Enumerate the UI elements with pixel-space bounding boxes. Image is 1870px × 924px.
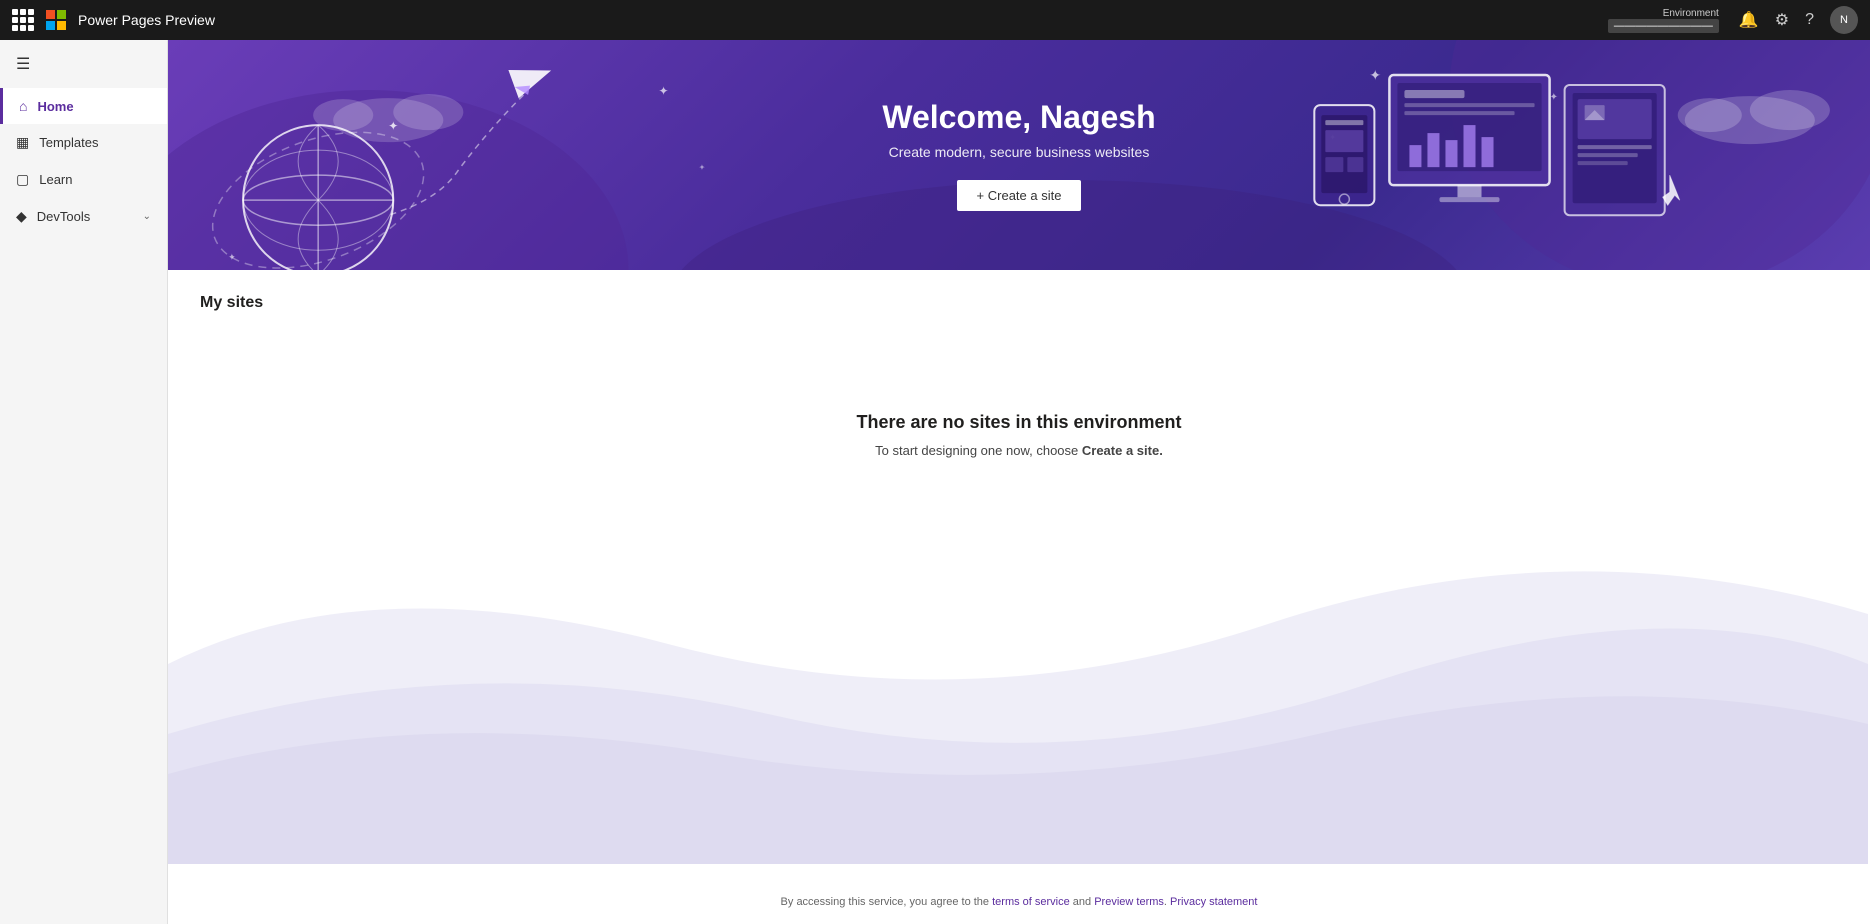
sidebar-item-templates-label: Templates xyxy=(39,135,98,150)
environment-selector[interactable]: Environment ————————— xyxy=(1608,8,1719,33)
hero-title: Welcome, Nagesh xyxy=(882,99,1155,136)
settings-icon[interactable]: ⚙ xyxy=(1775,10,1789,30)
footer-prefix: By accessing this service, you agree to … xyxy=(781,896,993,908)
preview-terms-link[interactable]: Preview terms xyxy=(1094,896,1164,908)
topbar-icons: Environment ————————— 🔔 ⚙ ? N xyxy=(1608,6,1858,34)
devtools-icon: ◆ xyxy=(16,208,27,225)
sidebar: ☰ ⌂ Home ▦ Templates ▢ Learn ◆ DevTools … xyxy=(0,40,168,924)
notification-icon[interactable]: 🔔 xyxy=(1739,10,1759,30)
svg-text:✦: ✦ xyxy=(1550,92,1558,103)
empty-state-link: Create a site. xyxy=(1082,443,1163,458)
content-scroll: My sites There are no sites in this envi… xyxy=(168,270,1870,924)
sidebar-item-home-label: Home xyxy=(37,99,73,114)
my-sites-title: My sites xyxy=(200,294,1838,312)
topbar: Power Pages Preview Environment ————————… xyxy=(0,0,1870,40)
waffle-menu[interactable] xyxy=(12,9,34,31)
content-area: ✦ ✦ ✦ ✦ ✦ xyxy=(168,40,1870,924)
main-layout: ☰ ⌂ Home ▦ Templates ▢ Learn ◆ DevTools … xyxy=(0,40,1870,924)
empty-state-subtitle: To start designing one now, choose Creat… xyxy=(875,443,1163,458)
hero-content: Welcome, Nagesh Create modern, secure bu… xyxy=(882,99,1155,211)
learn-icon: ▢ xyxy=(16,171,29,188)
wave-decoration xyxy=(168,464,1868,864)
sidebar-item-home[interactable]: ⌂ Home xyxy=(0,88,167,124)
help-icon[interactable]: ? xyxy=(1805,11,1814,29)
sidebar-item-devtools[interactable]: ◆ DevTools ⌄ xyxy=(0,198,167,235)
footer-and: and xyxy=(1070,896,1094,908)
empty-state: There are no sites in this environment T… xyxy=(200,332,1838,498)
empty-state-title: There are no sites in this environment xyxy=(856,412,1181,433)
env-name: ————————— xyxy=(1608,19,1719,33)
my-sites-section: My sites There are no sites in this envi… xyxy=(168,270,1870,522)
avatar[interactable]: N xyxy=(1830,6,1858,34)
svg-text:✦: ✦ xyxy=(659,84,669,98)
sidebar-item-templates[interactable]: ▦ Templates xyxy=(0,124,167,161)
app-title: Power Pages Preview xyxy=(78,12,215,28)
sidebar-item-learn-label: Learn xyxy=(39,172,72,187)
hero-banner: ✦ ✦ ✦ ✦ ✦ xyxy=(168,40,1870,270)
sidebar-item-learn[interactable]: ▢ Learn xyxy=(0,161,167,198)
ms-logo xyxy=(46,10,66,30)
devices-svg xyxy=(1314,75,1679,215)
privacy-statement-link[interactable]: Privacy statement xyxy=(1170,896,1257,908)
svg-text:✦: ✦ xyxy=(699,163,706,172)
templates-icon: ▦ xyxy=(16,134,29,151)
svg-text:✦: ✦ xyxy=(1369,67,1381,83)
footer: By accessing this service, you agree to … xyxy=(168,896,1870,908)
chevron-down-icon: ⌄ xyxy=(143,211,151,222)
svg-text:✦: ✦ xyxy=(228,252,236,262)
env-label: Environment xyxy=(1663,8,1719,19)
svg-text:✦: ✦ xyxy=(1329,133,1336,142)
empty-state-prefix: To start designing one now, choose xyxy=(875,443,1082,458)
globe-svg: ✦ ✦ xyxy=(194,106,442,270)
hamburger-menu[interactable]: ☰ xyxy=(0,40,167,88)
svg-text:✦: ✦ xyxy=(388,119,398,133)
sidebar-item-devtools-label: DevTools xyxy=(37,209,90,224)
create-site-button[interactable]: + Create a site xyxy=(957,180,1082,211)
home-icon: ⌂ xyxy=(19,98,27,114)
hero-subtitle: Create modern, secure business websites xyxy=(882,144,1155,160)
terms-of-service-link[interactable]: terms of service xyxy=(992,896,1070,908)
